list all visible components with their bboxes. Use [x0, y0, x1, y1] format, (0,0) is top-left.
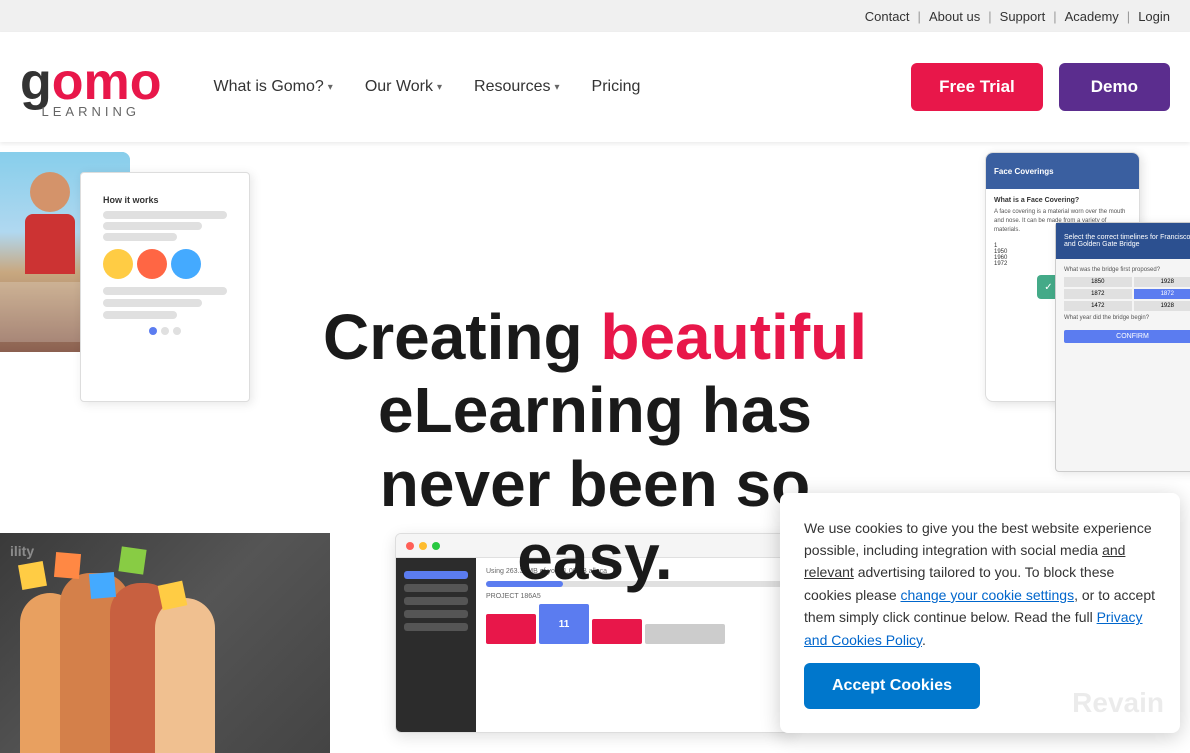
- cookie-body5: .: [922, 632, 926, 648]
- sep3: |: [1053, 9, 1056, 24]
- chevron-down-icon: ▾: [437, 82, 442, 93]
- logo-omo: omo: [52, 56, 162, 108]
- revain-watermark: Revain: [1072, 687, 1164, 719]
- logo-learning: LEARNING: [20, 104, 162, 119]
- chevron-down-icon: ▾: [555, 82, 560, 93]
- people-image: ility: [0, 533, 330, 753]
- hero-line3: never been so easy.: [380, 448, 810, 594]
- logo-g: g: [20, 56, 52, 108]
- accept-cookies-button[interactable]: Accept Cookies: [804, 663, 980, 709]
- contact-link[interactable]: Contact: [865, 9, 910, 24]
- academy-link[interactable]: Academy: [1065, 9, 1119, 24]
- hero-section: How it works: [0, 142, 1190, 753]
- support-link[interactable]: Support: [1000, 9, 1046, 24]
- nav-cta: Free Trial Demo: [911, 63, 1170, 111]
- sep2: |: [988, 9, 991, 24]
- nav-links: What is Gomo? ▾ Our Work ▾ Resources ▾ P…: [202, 70, 912, 104]
- hero-line2: eLearning has: [378, 374, 812, 446]
- nav-pricing[interactable]: Pricing: [580, 70, 653, 104]
- hero-line1-text: Creating: [323, 300, 600, 372]
- sep4: |: [1127, 9, 1130, 24]
- hero-line1-accent: beautiful: [600, 300, 867, 372]
- demo-button[interactable]: Demo: [1059, 63, 1170, 111]
- logo-gomo: gomo: [20, 56, 162, 108]
- about-us-link[interactable]: About us: [929, 9, 980, 24]
- cookie-banner: We use cookies to give you the best webs…: [780, 493, 1180, 733]
- chevron-down-icon: ▾: [328, 82, 333, 93]
- cookie-text: We use cookies to give you the best webs…: [804, 517, 1156, 651]
- free-trial-button[interactable]: Free Trial: [911, 63, 1043, 111]
- nav-resources[interactable]: Resources ▾: [462, 70, 572, 104]
- nav-what-is-gomo[interactable]: What is Gomo? ▾: [202, 70, 345, 104]
- sep1: |: [918, 9, 921, 24]
- utility-bar: Contact | About us | Support | Academy |…: [0, 0, 1190, 32]
- cookie-body1: We use cookies to give you the best webs…: [804, 520, 1152, 558]
- logo-stack: gomo LEARNING: [20, 56, 162, 119]
- change-cookie-settings-link[interactable]: change your cookie settings: [901, 587, 1075, 603]
- nav-our-work[interactable]: Our Work ▾: [353, 70, 454, 104]
- device-title: How it works: [103, 195, 227, 205]
- logo-area[interactable]: gomo LEARNING: [20, 56, 162, 119]
- main-nav: gomo LEARNING What is Gomo? ▾ Our Work ▾…: [0, 32, 1190, 142]
- device-right-timeline: Select the correct timelines for Francis…: [1055, 222, 1190, 472]
- device-left-how-it-works: How it works: [80, 172, 250, 402]
- login-link[interactable]: Login: [1138, 9, 1170, 24]
